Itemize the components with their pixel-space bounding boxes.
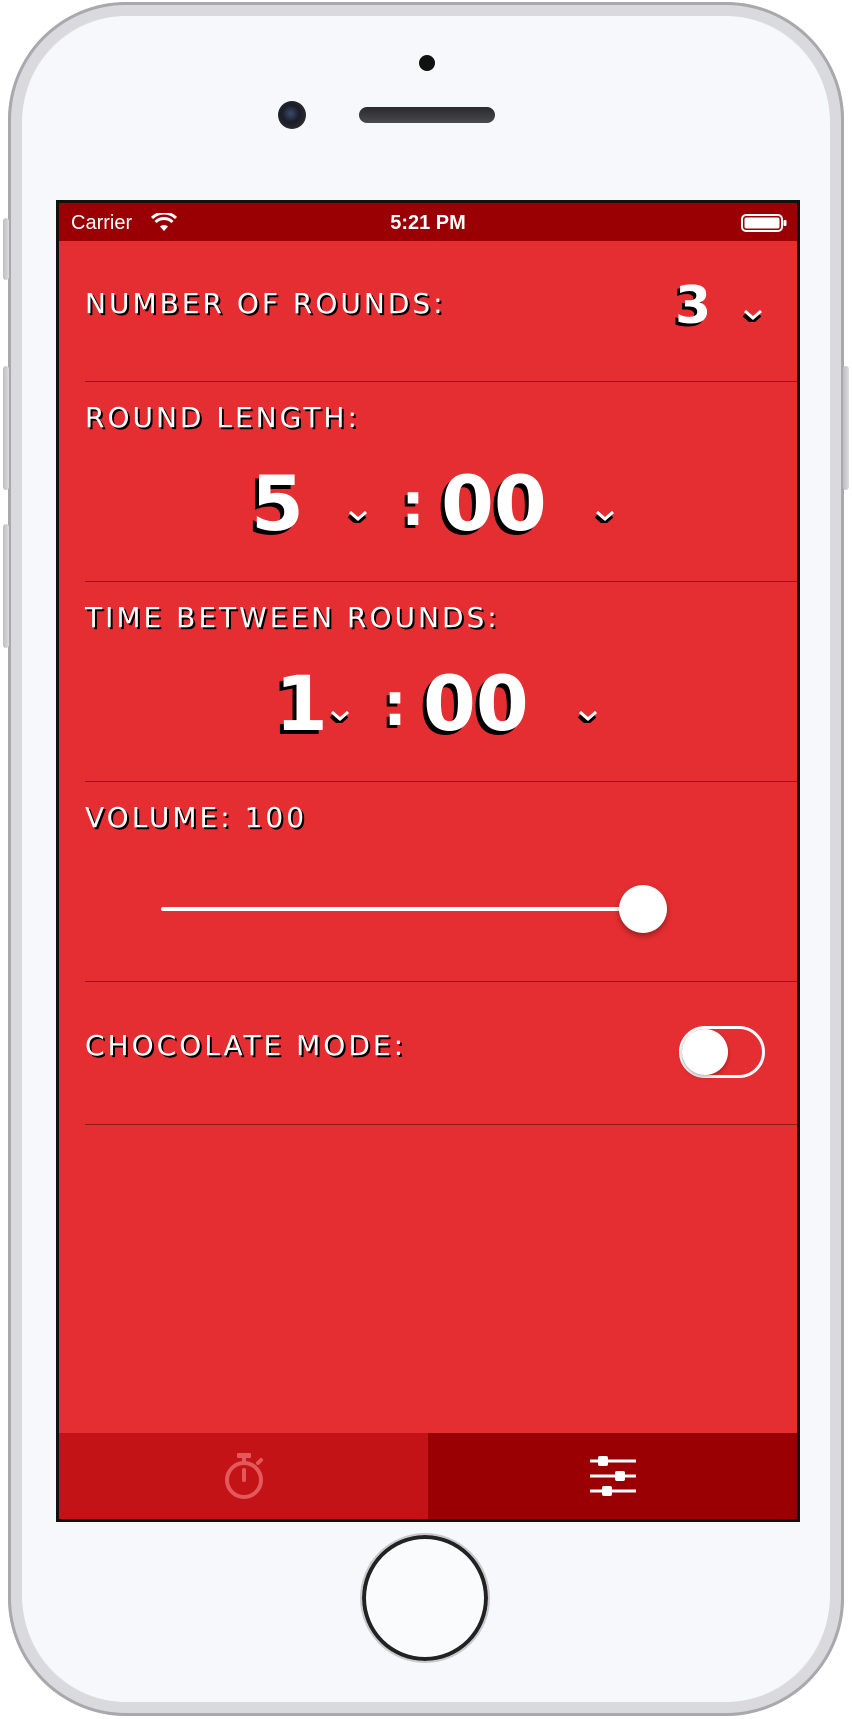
volume-down-button	[3, 524, 9, 648]
proximity-sensor	[419, 55, 435, 71]
rounds-value[interactable]: 3	[675, 280, 711, 332]
rounds-chevron-down-icon[interactable]	[742, 308, 764, 322]
tab-bar	[59, 1433, 797, 1519]
volume-label: Volume: 100	[85, 801, 308, 834]
divider	[85, 981, 797, 982]
round-length-label: Round length:	[85, 401, 360, 434]
divider	[85, 781, 797, 782]
power-button	[843, 366, 849, 490]
time-between-seconds[interactable]: 00	[423, 666, 529, 742]
time-between-minutes-chevron-down-icon[interactable]	[329, 709, 351, 723]
status-time: 5:21 PM	[390, 212, 466, 234]
silent-switch	[3, 218, 9, 280]
divider	[85, 381, 797, 382]
chocolate-mode-toggle-knob	[682, 1029, 728, 1075]
front-camera-icon	[278, 101, 306, 129]
tab-timer[interactable]	[59, 1433, 428, 1519]
rounds-label: Number of rounds:	[85, 287, 446, 320]
home-button[interactable]	[360, 1533, 490, 1663]
battery-icon	[741, 214, 787, 232]
divider	[85, 1124, 797, 1125]
volume-slider-thumb[interactable]	[619, 885, 667, 933]
status-bar: Carrier 5:21 PM	[59, 203, 797, 241]
time-between-label: Time between rounds:	[85, 601, 500, 634]
volume-up-button	[3, 366, 9, 490]
volume-slider-track[interactable]	[161, 907, 641, 911]
round-length-minutes-chevron-down-icon[interactable]	[347, 509, 369, 523]
round-length-minutes[interactable]: 5	[251, 466, 304, 542]
chocolate-mode-label: Chocolate mode:	[85, 1029, 407, 1062]
round-length-seconds[interactable]: 00	[441, 466, 547, 542]
divider	[85, 581, 797, 582]
stopwatch-icon	[224, 1453, 263, 1499]
time-between-minutes[interactable]: 1	[275, 666, 328, 742]
chocolate-mode-toggle[interactable]	[679, 1026, 765, 1078]
tab-settings[interactable]	[428, 1433, 797, 1519]
app-screen: Carrier 5:21 PM Number of rounds: 3 Roun…	[56, 200, 800, 1522]
time-between-colon: :	[383, 670, 407, 740]
earpiece-speaker	[359, 107, 495, 123]
round-length-seconds-chevron-down-icon[interactable]	[594, 509, 616, 523]
round-length-colon: :	[401, 470, 425, 540]
sliders-icon	[589, 1456, 636, 1496]
time-between-seconds-chevron-down-icon[interactable]	[577, 709, 599, 723]
